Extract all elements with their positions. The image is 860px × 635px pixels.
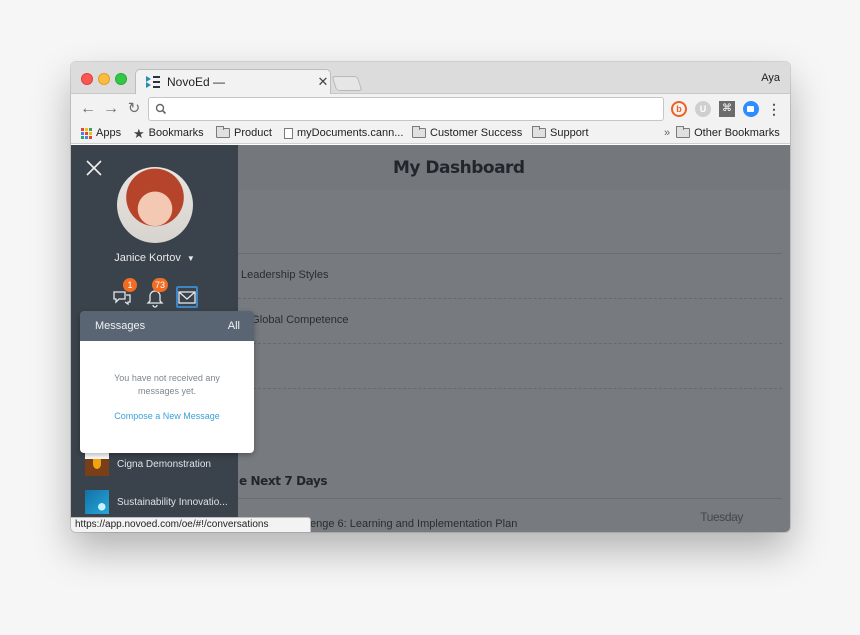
forward-arrow-icon[interactable]: → — [101, 99, 121, 119]
course-name: Cigna Demonstration — [117, 458, 211, 470]
user-name: Janice Kortov — [114, 252, 181, 264]
browser-toolbar: ← → ↻ b U ⌘ ⋮ — [71, 94, 790, 124]
page-content: My Dashboard Leadership Styles of Global… — [71, 145, 790, 532]
empty-messages-text: You have not received any messages yet. — [114, 373, 220, 396]
bookmark-label: Product — [234, 127, 272, 139]
folder-icon — [412, 126, 426, 138]
tab-close-icon[interactable]: ✕ — [315, 74, 331, 90]
messages-button[interactable] — [176, 286, 198, 308]
bookmark-label: Bookmarks — [148, 127, 204, 139]
bookmark-customer-success[interactable]: Customer Success — [412, 126, 523, 139]
bookmark-mydocuments[interactable]: myDocuments.cann... — [284, 127, 403, 139]
user-menu[interactable]: Janice Kortov ▼ — [71, 252, 238, 264]
bookmark-apps[interactable]: Apps — [81, 127, 121, 139]
star-icon: ★ — [133, 125, 145, 141]
conversations-badge: 1 — [123, 278, 137, 292]
bookmark-label: Other Bookmarks — [694, 127, 780, 139]
bookmark-label: Apps — [96, 127, 122, 139]
status-bar-url: https://app.novoed.com/oe/#!/conversatio… — [71, 517, 311, 532]
bookmarks-bar: Apps ★ Bookmarks Product myDocuments.can… — [71, 124, 790, 144]
bookmark-bookmarks[interactable]: ★ Bookmarks — [133, 125, 204, 141]
minimize-window-button[interactable] — [98, 73, 110, 85]
bookmark-label: Customer Success — [430, 127, 523, 139]
view-all-messages-link[interactable]: All — [228, 320, 240, 332]
profile-name[interactable]: Aya — [761, 72, 780, 84]
bookmark-product[interactable]: Product — [216, 126, 272, 139]
overflow-chevron-icon[interactable]: » — [664, 127, 670, 139]
user-sidebar: Janice Kortov ▼ 1 73 Cigna Demonstration… — [71, 145, 254, 532]
notifications-badge: 73 — [152, 278, 169, 292]
back-arrow-icon[interactable]: ← — [78, 99, 98, 119]
more-menu-icon[interactable]: ⋮ — [766, 101, 782, 117]
compose-message-link[interactable]: Compose a New Message — [114, 411, 220, 421]
sidebar-course-item[interactable]: Sustainability Innovatio... — [85, 490, 228, 514]
messages-popup-body: You have not received any messages yet. … — [80, 341, 254, 453]
maximize-window-button[interactable] — [115, 73, 127, 85]
messages-popup: Messages All You have not received any m… — [80, 311, 254, 453]
reload-icon[interactable]: ↻ — [124, 99, 144, 119]
folder-icon — [532, 126, 546, 138]
course-thumbnail — [85, 452, 109, 476]
apps-grid-icon — [81, 127, 92, 139]
tab-title: NovoEd — — [167, 75, 226, 89]
document-icon — [284, 127, 293, 139]
title-bar: NovoEd — ✕ Aya — [71, 62, 790, 95]
hubspot-icon[interactable]: ⌘ — [719, 101, 735, 117]
folder-icon — [676, 126, 691, 138]
close-window-button[interactable] — [81, 73, 93, 85]
messages-popup-header: Messages All — [80, 311, 254, 341]
novoed-logo-icon — [146, 76, 160, 88]
course-thumbnail — [85, 490, 109, 514]
u-extension-icon[interactable]: U — [695, 101, 711, 117]
browser-tab-content[interactable]: NovoEd — ✕ — [145, 70, 331, 94]
folder-icon — [216, 126, 230, 138]
close-icon[interactable] — [83, 157, 105, 179]
other-bookmarks[interactable]: » Other Bookmarks — [664, 126, 780, 139]
messages-popup-title: Messages — [95, 320, 146, 332]
search-icon — [155, 103, 167, 115]
browser-window: NovoEd — ✕ Aya ← → ↻ b U ⌘ ⋮ Apps ★ Book… — [71, 62, 790, 532]
bitly-icon[interactable]: b — [671, 101, 687, 117]
mail-icon — [178, 291, 196, 304]
avatar[interactable] — [117, 167, 193, 243]
new-tab-button[interactable] — [331, 76, 363, 91]
conversations-button[interactable]: 1 — [111, 278, 137, 308]
bookmark-support[interactable]: Support — [532, 126, 589, 139]
course-name: Sustainability Innovatio... — [117, 496, 228, 508]
zoom-icon[interactable] — [743, 101, 759, 117]
address-bar[interactable] — [148, 97, 664, 121]
sidebar-course-item[interactable]: Cigna Demonstration — [85, 452, 211, 476]
notifications-button[interactable]: 73 — [144, 278, 169, 308]
bookmark-label: myDocuments.cann... — [297, 127, 404, 139]
address-input[interactable] — [167, 102, 663, 116]
caret-down-icon: ▼ — [186, 254, 195, 263]
bookmark-label: Support — [550, 127, 589, 139]
